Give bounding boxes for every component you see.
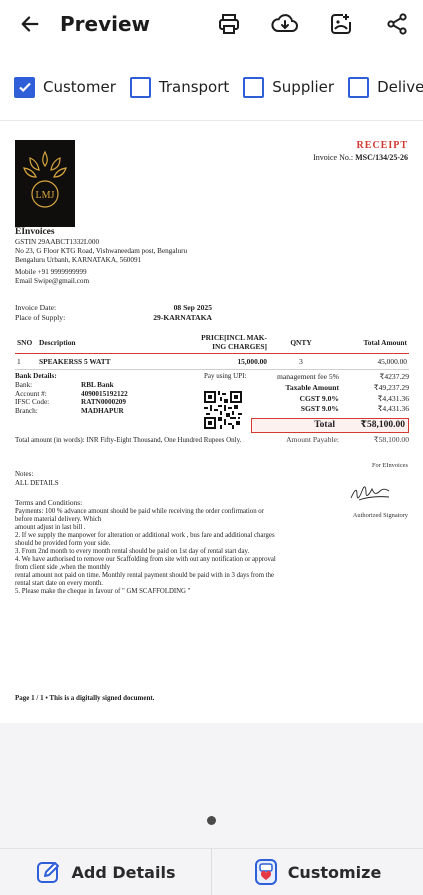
page-title: Preview: [60, 12, 151, 36]
invoice-meta-labels: Invoice Date: Place of Supply:: [15, 303, 66, 322]
checkbox-transport[interactable]: Transport: [129, 76, 230, 98]
edit-icon: [36, 859, 62, 885]
printer-icon: [219, 14, 239, 34]
grand-total: Total ₹58,100.00: [251, 418, 409, 433]
notes-section: Notes: ALL DETAILS: [15, 470, 59, 487]
share-image-button[interactable]: [321, 4, 361, 44]
bank-details: Bank Details: Bank: RBL Bank Account #: 40…: [15, 372, 128, 416]
checkbox-supplier[interactable]: Supplier: [243, 76, 335, 98]
cloud-download-icon: [271, 14, 298, 32]
for-company-label: For EInvoices: [371, 462, 408, 469]
share-button[interactable]: [377, 4, 417, 44]
back-button[interactable]: [10, 4, 50, 44]
svg-text:LMJ: LMJ: [36, 190, 55, 201]
amount-payable: Amount Payable: ₹58,100.00: [286, 434, 409, 444]
bottom-action-bar: Add Details Customize: [0, 848, 423, 895]
checkbox-box[interactable]: [243, 76, 265, 98]
table-row: 1 SPEAKERSS 5 WATT 15,000.00 3 45,000.00: [15, 353, 409, 370]
invoice-number: Invoice No.: MSC/134/25-26: [313, 153, 408, 162]
items-table: SNO Description PRICE[INCL MAK-ING CHARG…: [15, 331, 409, 370]
page-footer: Page 1 / 1 • This is a digitally signed …: [15, 694, 155, 702]
checkbox-label: Transport: [158, 78, 230, 96]
page-indicator-dot[interactable]: [207, 816, 216, 825]
authorized-signatory-label: Authorized Signatory: [352, 512, 408, 519]
terms-title: Terms and Conditions:: [15, 498, 83, 507]
arrow-left-icon: [21, 16, 39, 32]
customize-button[interactable]: Customize: [212, 849, 423, 895]
checkmark-icon: [18, 82, 31, 93]
add-details-button[interactable]: Add Details: [0, 849, 211, 895]
invoice-meta-values: 08 Sep 2025 29-KARNATAKA: [153, 303, 212, 322]
checkbox-box[interactable]: [348, 76, 370, 98]
checkbox-delivery[interactable]: Delivery Ch: [348, 76, 423, 98]
add-details-label: Add Details: [71, 862, 176, 882]
preview-background: [0, 723, 423, 848]
divider: [0, 120, 423, 121]
signature-image: [349, 483, 397, 503]
receipt-title: RECEIPT: [356, 140, 408, 151]
amount-in-words: Total amount (in words): INR Fifty-Eight…: [15, 436, 242, 444]
upi-label: Pay using UPI:: [204, 372, 247, 380]
checkbox-customer[interactable]: Customer: [14, 76, 116, 98]
company-address: GSTIN 29AABCT1332L000 No 23, G Floor KTG…: [15, 238, 188, 285]
copy-type-filter: Customer Transport Supplier Delivery Ch: [0, 67, 423, 107]
customize-label: Customize: [287, 862, 382, 882]
app-bar: Preview: [0, 0, 423, 48]
share-icon: [387, 13, 407, 35]
company-name: EInvoices: [15, 227, 55, 237]
upi-qr-code: [204, 391, 242, 429]
checkbox-label: Delivery Ch: [377, 78, 423, 96]
totals-summary: management fee 5% ₹4237.29 Taxable Amount…: [251, 372, 409, 446]
image-share-icon: [331, 14, 351, 34]
checkbox-label: Customer: [43, 78, 116, 96]
checkbox-box[interactable]: [14, 76, 35, 98]
invoice-document[interactable]: RECEIPT Invoice No.: MSC/134/25-26 LMJ E…: [0, 123, 423, 723]
checkbox-box[interactable]: [129, 76, 151, 98]
company-logo: LMJ: [15, 140, 75, 227]
print-button[interactable]: [209, 4, 249, 44]
terms-and-conditions: Payments: 100 % advance amount should be…: [15, 508, 276, 595]
customize-icon: [254, 858, 278, 886]
download-button[interactable]: [265, 4, 305, 44]
checkbox-label: Supplier: [272, 78, 335, 96]
